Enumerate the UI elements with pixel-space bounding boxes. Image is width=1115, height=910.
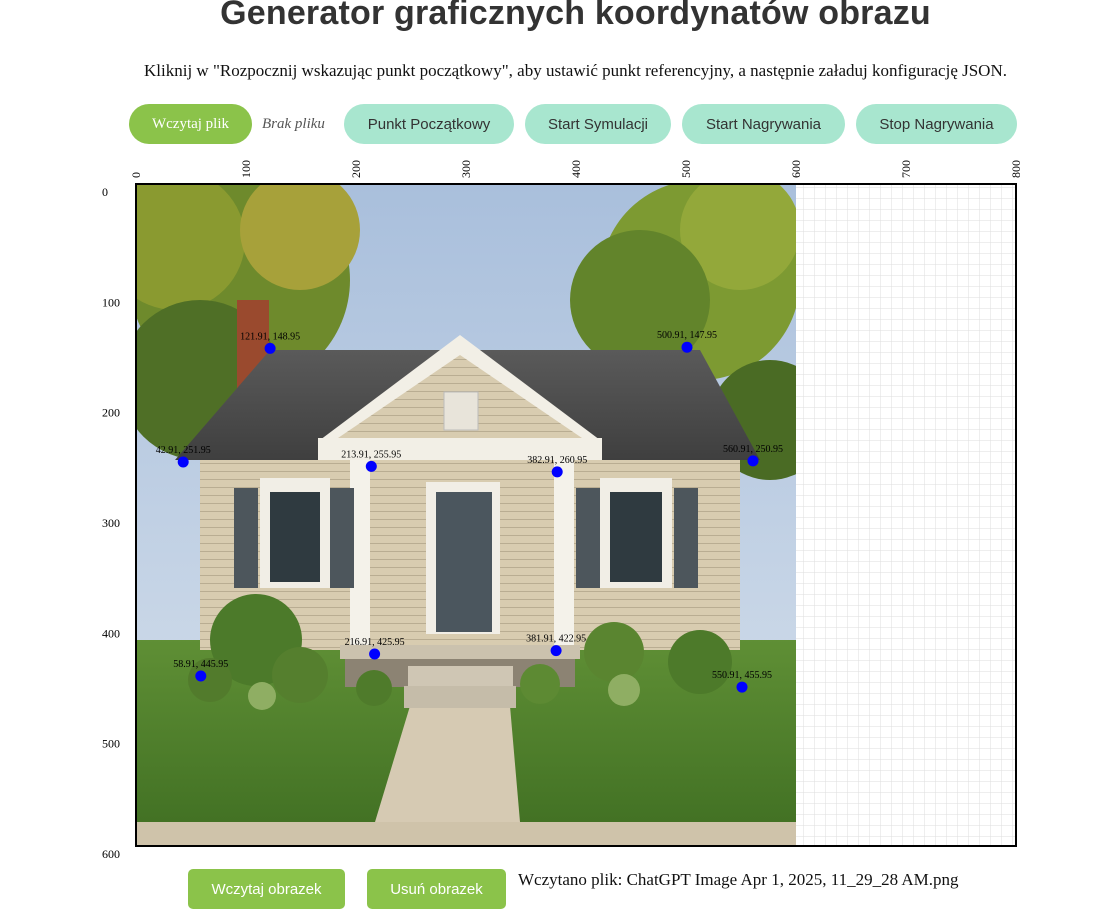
y-tick-label: 300 — [102, 516, 120, 530]
x-tick-label: 600 — [789, 160, 803, 178]
x-tick-label: 0 — [129, 172, 143, 178]
x-axis-ticks: 0 100 200 300 400 500 600 700 800 — [129, 160, 1023, 178]
x-tick-label: 800 — [1009, 160, 1023, 178]
y-tick-label: 500 — [102, 737, 120, 751]
coordinate-point-label: 121.91, 148.95 — [240, 331, 300, 342]
coordinate-point[interactable] — [195, 670, 207, 682]
remove-image-button[interactable]: Usuń obrazek — [367, 869, 506, 909]
y-tick-label: 200 — [102, 406, 120, 420]
coordinate-point[interactable] — [369, 648, 381, 660]
coordinate-point-label: 382.91, 260.95 — [527, 455, 587, 466]
coordinate-point[interactable] — [365, 460, 377, 472]
coordinate-point[interactable] — [264, 342, 276, 354]
y-tick-label: 400 — [102, 626, 120, 640]
house-photo — [136, 184, 796, 846]
coordinate-point[interactable] — [550, 645, 562, 657]
coordinate-point-label: 42.91, 251.95 — [156, 445, 211, 456]
coordinate-point-label: 560.91, 250.95 — [723, 444, 783, 455]
y-tick-label: 0 — [102, 185, 108, 199]
coordinate-point-label: 58.91, 445.95 — [173, 659, 228, 670]
coordinate-point-label: 381.91, 422.95 — [526, 634, 586, 645]
coordinate-point-label: 550.91, 455.95 — [712, 670, 772, 681]
coordinate-point[interactable] — [177, 456, 189, 468]
x-tick-label: 400 — [569, 160, 583, 178]
x-tick-label: 500 — [679, 160, 693, 178]
coordinate-point-label: 213.91, 255.95 — [341, 449, 401, 460]
x-tick-label: 700 — [899, 160, 913, 178]
y-axis-ticks: 0 100 200 300 400 500 600 — [102, 185, 120, 861]
coordinate-point[interactable] — [736, 681, 748, 693]
y-tick-label: 100 — [102, 295, 120, 309]
x-tick-label: 100 — [239, 160, 253, 178]
coordinate-point-label: 500.91, 147.95 — [657, 330, 717, 341]
y-tick-label: 600 — [102, 847, 120, 861]
loaded-file-status: Wczytano plik: ChatGPT Image Apr 1, 2025… — [518, 870, 959, 889]
coordinate-point[interactable] — [681, 341, 693, 353]
load-image-button[interactable]: Wczytaj obrazek — [188, 869, 345, 909]
coordinate-point[interactable] — [747, 455, 759, 467]
x-tick-label: 200 — [349, 160, 363, 178]
x-tick-label: 300 — [459, 160, 473, 178]
coordinate-canvas-area: 0 100 200 300 400 500 600 700 800 0 100 200 300 400 5… — [102, 160, 1023, 861]
coordinate-point-label: 216.91, 425.95 — [345, 637, 405, 648]
coordinate-point[interactable] — [551, 466, 563, 478]
